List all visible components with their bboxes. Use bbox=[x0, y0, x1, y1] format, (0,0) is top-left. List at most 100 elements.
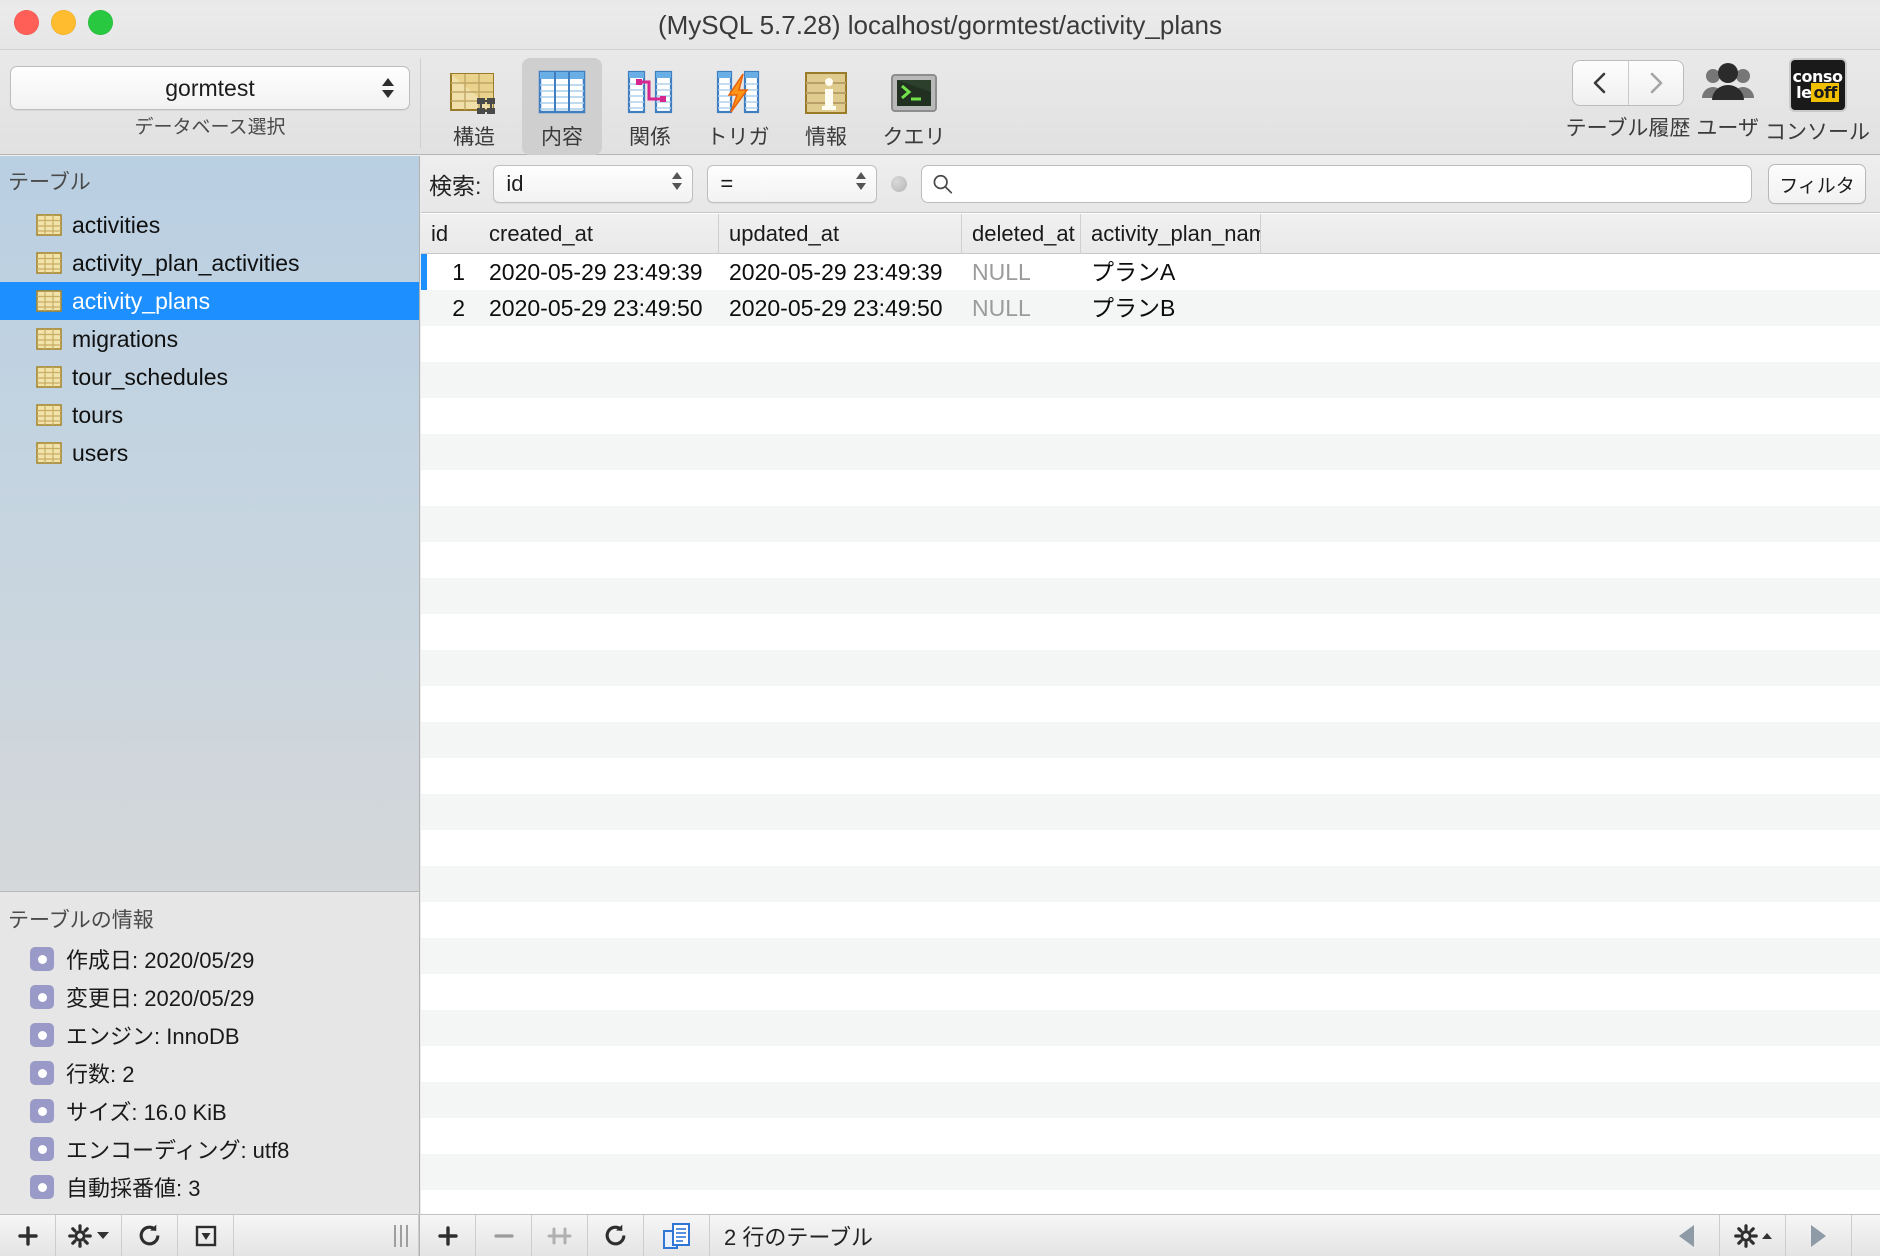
window-title: (MySQL 5.7.28) localhost/gormtest/activi… bbox=[657, 10, 1223, 40]
table-info-text: サイズ: 16.0 KiB bbox=[66, 1100, 227, 1125]
search-operator-select[interactable]: = bbox=[707, 165, 878, 203]
previous-page-button[interactable] bbox=[1654, 1215, 1720, 1256]
sidebar-table-users[interactable]: users bbox=[0, 434, 419, 472]
search-field-select[interactable]: id bbox=[493, 165, 694, 203]
database-selector[interactable]: gormtest bbox=[10, 66, 410, 110]
sidebar-table-tour_schedules[interactable]: tour_schedules bbox=[0, 358, 419, 396]
sidebar-table-activity_plan_activities[interactable]: activity_plan_activities bbox=[0, 244, 419, 282]
refresh-tables-button[interactable] bbox=[122, 1215, 178, 1256]
database-selector-value: gormtest bbox=[165, 75, 255, 101]
filter-button[interactable]: フィルタ bbox=[1768, 164, 1866, 204]
next-page-button[interactable] bbox=[1786, 1215, 1852, 1256]
console-badge-line2b: off bbox=[1811, 83, 1839, 102]
toolbar-tab-content[interactable]: 内容 bbox=[522, 58, 602, 155]
sequel-pro-window: (MySQL 5.7.28) localhost/gormtest/activi… bbox=[0, 0, 1880, 1256]
copy-rows-button[interactable] bbox=[644, 1215, 710, 1256]
table-icon bbox=[36, 442, 62, 464]
page-settings-button[interactable] bbox=[1720, 1215, 1786, 1256]
console-control[interactable]: conso le off コンソール bbox=[1765, 60, 1870, 146]
grid-empty-row bbox=[421, 470, 1880, 506]
status-bar-end-pad bbox=[1852, 1215, 1880, 1256]
table-info-row: エンコーディング: utf8 bbox=[0, 1130, 419, 1168]
table-info-text: 行数: 2 bbox=[66, 1062, 135, 1087]
grid-empty-row bbox=[421, 1010, 1880, 1046]
sidebar-table-tours[interactable]: tours bbox=[0, 396, 419, 434]
sidebar-table-activities[interactable]: activities bbox=[0, 206, 419, 244]
table-info-row: 自動採番値: 3 bbox=[0, 1168, 419, 1206]
table-info-text: エンジン: InnoDB bbox=[66, 1024, 240, 1049]
users-group-icon bbox=[1701, 63, 1754, 100]
toolbar-tab-relations-label: 関係 bbox=[629, 126, 671, 149]
grid-empty-row bbox=[421, 866, 1880, 902]
filter-box-icon bbox=[195, 1225, 216, 1246]
bullet-icon bbox=[30, 1061, 54, 1085]
remove-row-button[interactable] bbox=[476, 1215, 532, 1256]
duplicate-row-button[interactable] bbox=[532, 1215, 588, 1256]
bullet-icon bbox=[30, 985, 54, 1009]
sidebar-table-label: migrations bbox=[72, 325, 179, 352]
status-bar: 2 行のテーブル bbox=[0, 1214, 1880, 1256]
grid-header-id[interactable]: id bbox=[421, 214, 479, 254]
grid-empty-row bbox=[421, 974, 1880, 1010]
sidebar-table-activity_plans[interactable]: activity_plans bbox=[0, 282, 419, 320]
grid-empty-row bbox=[421, 1082, 1880, 1118]
grid-cell-id[interactable]: 1 bbox=[421, 254, 479, 290]
grid-cell-activity-plan-name[interactable]: プランA bbox=[1081, 254, 1261, 290]
toolbar-tab-structure[interactable]: 構造 bbox=[434, 58, 514, 155]
grid-empty-row bbox=[421, 1190, 1880, 1214]
database-selector-wrap: gormtest bbox=[10, 66, 410, 110]
filter-tables-button[interactable] bbox=[178, 1215, 234, 1256]
toolbar-tab-query[interactable]: クエリ bbox=[874, 58, 954, 155]
grid-empty-row bbox=[421, 434, 1880, 470]
bullet-icon bbox=[30, 947, 54, 971]
grid-empty-row bbox=[421, 1046, 1880, 1082]
title-bar: (MySQL 5.7.28) localhost/gormtest/activi… bbox=[0, 0, 1880, 50]
grid-cell-created-at[interactable]: 2020-05-29 23:49:39 bbox=[479, 254, 719, 290]
row-selection-indicator bbox=[421, 254, 427, 290]
users-control[interactable]: ユーザ bbox=[1696, 60, 1759, 142]
tables-sidebar: テーブル activities activity_plan_activities… bbox=[0, 156, 420, 1214]
info-icon bbox=[805, 72, 847, 114]
table-history-label: テーブル履歴 bbox=[1565, 117, 1691, 140]
reload-data-button[interactable] bbox=[588, 1215, 644, 1256]
toolbar-divider bbox=[420, 58, 421, 148]
minus-icon bbox=[493, 1233, 514, 1238]
grid-cell-updated-at[interactable]: 2020-05-29 23:49:39 bbox=[719, 254, 962, 290]
grid-row[interactable]: 2 2020-05-29 23:49:50 2020-05-29 23:49:50 N… bbox=[421, 290, 1880, 326]
toolbar-tab-info[interactable]: 情報 bbox=[786, 58, 866, 155]
grid-cell-deleted-at[interactable]: NULL bbox=[962, 254, 1081, 290]
data-grid: id created_at updated_at deleted_at acti… bbox=[421, 214, 1880, 1214]
grid-cell-id[interactable]: 2 bbox=[421, 290, 479, 326]
history-forward-button[interactable] bbox=[1627, 61, 1684, 105]
table-actions-button[interactable] bbox=[56, 1215, 122, 1256]
toolbar-tab-triggers-label: トリガ bbox=[706, 126, 770, 149]
grid-row[interactable]: 1 2020-05-29 23:49:39 2020-05-29 23:49:39 N… bbox=[421, 254, 1880, 290]
grid-header-row: id created_at updated_at deleted_at acti… bbox=[421, 214, 1880, 254]
grid-cell-activity-plan-name[interactable]: プランB bbox=[1081, 290, 1261, 326]
toolbar-tab-triggers[interactable]: トリガ bbox=[698, 58, 778, 155]
gear-icon bbox=[68, 1223, 92, 1248]
history-back-button[interactable] bbox=[1573, 61, 1628, 105]
grid-header-deleted-at[interactable]: deleted_at bbox=[962, 214, 1081, 254]
toolbar-tab-structure-label: 構造 bbox=[453, 126, 495, 149]
add-row-button[interactable] bbox=[420, 1215, 476, 1256]
resize-grip-icon[interactable] bbox=[394, 1224, 408, 1247]
toolbar-tab-relations[interactable]: 関係 bbox=[610, 58, 690, 155]
search-input[interactable] bbox=[961, 171, 1751, 197]
grid-header-updated-at[interactable]: updated_at bbox=[719, 214, 962, 254]
grid-cell-updated-at[interactable]: 2020-05-29 23:49:50 bbox=[719, 290, 962, 326]
search-input-wrap[interactable] bbox=[921, 165, 1752, 203]
relations-icon bbox=[627, 70, 673, 114]
grid-header-created-at[interactable]: created_at bbox=[479, 214, 719, 254]
table-info-panel: テーブルの情報 作成日: 2020/05/29 変更日: 2020/05/29 エン… bbox=[0, 892, 419, 1214]
sidebar-table-migrations[interactable]: migrations bbox=[0, 320, 419, 358]
grid-cell-deleted-at[interactable]: NULL bbox=[962, 290, 1081, 326]
table-info-text: 作成日: 2020/05/29 bbox=[66, 948, 255, 973]
grid-cell-created-at[interactable]: 2020-05-29 23:49:50 bbox=[479, 290, 719, 326]
grid-header-activity-plan-name[interactable]: activity_plan_name bbox=[1081, 214, 1261, 254]
add-table-button[interactable] bbox=[0, 1215, 56, 1256]
query-terminal-icon bbox=[891, 74, 937, 112]
filter-bar: 検索: id = フィルタ bbox=[421, 156, 1880, 213]
sidebar-table-label: tours bbox=[72, 401, 124, 428]
toolbar-tab-info-label: 情報 bbox=[805, 126, 847, 149]
